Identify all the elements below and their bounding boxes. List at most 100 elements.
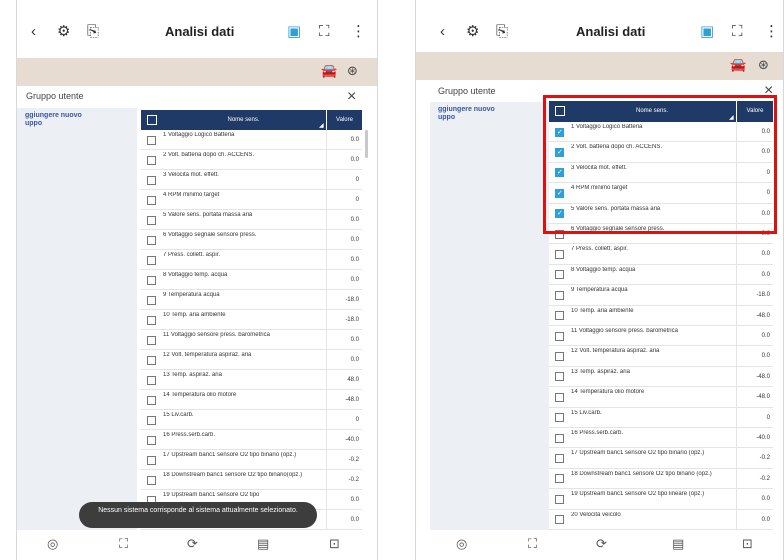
row-checkbox[interactable] <box>555 433 564 443</box>
row-checkbox[interactable] <box>147 435 156 445</box>
row-checkbox[interactable] <box>555 250 564 260</box>
device-icon[interactable]: ⎘ <box>87 22 99 42</box>
back-icon[interactable]: ‹ <box>440 22 445 42</box>
table-row[interactable]: 7 Press. collett. aspir. 0.0 <box>141 250 362 270</box>
home-icon[interactable]: ◎ <box>47 536 58 552</box>
expand-icon[interactable]: ⛶ <box>732 22 743 42</box>
table-row[interactable]: 19 Upstream banc1 sensore O2 tipo linear… <box>549 489 773 510</box>
row-checkbox[interactable] <box>147 255 156 265</box>
row-checkbox[interactable] <box>147 395 156 405</box>
row-checkbox[interactable] <box>147 415 156 425</box>
row-checkbox[interactable] <box>147 475 156 485</box>
save-icon[interactable]: ⊡ <box>742 536 753 552</box>
badge-icon[interactable]: ▣ <box>700 22 714 42</box>
refresh-icon[interactable]: ⟳ <box>596 536 607 552</box>
engine-icon[interactable]: ⚙ <box>57 22 70 42</box>
row-checkbox[interactable] <box>147 335 156 345</box>
sensor-value: -0.2 <box>736 448 773 468</box>
table-row[interactable]: 8 Voltaggio temp. acqua 0.0 <box>141 270 362 290</box>
table-row[interactable]: 11 Voltaggio sensore press. barometrica 0… <box>141 330 362 350</box>
refresh-icon[interactable]: ⟳ <box>187 536 198 552</box>
row-checkbox[interactable] <box>555 372 564 382</box>
device-icon[interactable]: ⎘ <box>496 22 508 42</box>
table-row[interactable]: 11 Voltaggio sensore press. barometrica 0… <box>549 326 773 347</box>
table-row[interactable]: 4 RPM minimo target 0 <box>141 190 362 210</box>
table-row[interactable]: 17 Upstream banc1 sensore O2 tipo binari… <box>549 448 773 469</box>
table-row[interactable]: 13 Temp. aspiraz. aria 48.0 <box>141 370 362 390</box>
table-row[interactable]: 12 Volt. temperatura aspiraz. aria 0.0 <box>141 350 362 370</box>
scrollbar[interactable] <box>365 130 368 158</box>
row-checkbox[interactable] <box>555 331 564 341</box>
home-icon[interactable]: ◎ <box>456 536 467 552</box>
row-checkbox[interactable] <box>147 315 156 325</box>
table-row[interactable]: 13 Temp. aspiraz. aria -48.0 <box>549 366 773 388</box>
table-row[interactable]: 6 Voltaggio segnale sensore press. 0.0 <box>141 230 362 250</box>
row-checkbox[interactable] <box>147 455 156 465</box>
close-icon[interactable]: × <box>347 89 356 105</box>
table-row[interactable]: 10 Temp. aria ambiente -18.0 <box>141 310 362 330</box>
row-checkbox[interactable] <box>147 155 156 165</box>
row-checkbox[interactable] <box>147 355 156 365</box>
sensor-name: 9 Temperatura acqua <box>163 292 220 298</box>
table-row[interactable]: 16 Press.serb.carb. -40.0 <box>141 430 362 450</box>
table-row[interactable]: 9 Temperatura acqua -18.0 <box>141 290 362 310</box>
row-checkbox[interactable] <box>147 235 156 245</box>
row-checkbox[interactable] <box>147 275 156 285</box>
table-row[interactable]: 14 Temperatura olio motore -48.0 <box>549 387 773 408</box>
row-checkbox[interactable] <box>147 375 156 385</box>
row-checkbox[interactable] <box>147 295 156 305</box>
row-checkbox[interactable] <box>147 195 156 205</box>
expand-icon[interactable]: ⛶ <box>528 536 537 552</box>
table-row[interactable]: 14 Temperatura olio motore -48.0 <box>141 390 362 410</box>
row-checkbox[interactable] <box>555 454 564 464</box>
save-icon[interactable]: ⊡ <box>329 536 340 552</box>
doc-icon[interactable]: ▤ <box>672 536 684 552</box>
dial-icon[interactable]: ⊛ <box>347 63 358 79</box>
table-row[interactable]: 12 Volt. temperatura aspiraz. aria 0.0 <box>549 346 773 367</box>
row-checkbox[interactable] <box>555 311 564 321</box>
row-checkbox[interactable] <box>555 474 564 484</box>
row-checkbox[interactable] <box>555 290 564 300</box>
table-row[interactable]: 18 Downstream banc1 sensore O2 tipo bina… <box>549 468 773 490</box>
add-group-link[interactable]: ggiungere nuovo uppo <box>438 106 548 122</box>
row-checkbox[interactable] <box>147 175 156 185</box>
table-row[interactable]: 17 Upstream banc1 sensore O2 tipo binari… <box>141 450 362 470</box>
car-icon[interactable]: 🚘 <box>730 57 746 73</box>
table-row[interactable]: 5 Valore sens. portata massa aria 0.0 <box>141 210 362 230</box>
badge-icon[interactable]: ▣ <box>287 22 301 42</box>
doc-icon[interactable]: ▤ <box>257 536 269 552</box>
table-row[interactable]: 10 Temp. aria ambiente -48.0 <box>549 305 773 326</box>
row-checkbox[interactable] <box>555 352 564 362</box>
table-row[interactable]: 8 Voltaggio temp. acqua 0.0 <box>549 264 773 286</box>
menu-icon[interactable]: ⋮ <box>764 22 779 42</box>
sensor-name: 7 Press. collett. aspir. <box>571 246 629 253</box>
row-checkbox[interactable] <box>555 515 564 525</box>
table-row[interactable]: 15 Liv.carb. 0 <box>549 407 773 428</box>
back-icon[interactable]: ‹ <box>31 22 36 42</box>
car-icon[interactable]: 🚘 <box>321 63 337 79</box>
row-checkbox[interactable] <box>555 494 564 504</box>
table-row[interactable]: 1 Voltaggio Logico Batteria 0.0 <box>141 130 362 150</box>
engine-icon[interactable]: ⚙ <box>466 22 479 42</box>
table-row[interactable]: 3 Velocità mot. effett. 0 <box>141 170 362 190</box>
row-checkbox[interactable] <box>555 270 564 280</box>
menu-icon[interactable]: ⋮ <box>351 22 366 42</box>
expand-icon[interactable]: ⛶ <box>119 536 128 552</box>
row-checkbox[interactable] <box>147 215 156 225</box>
add-group-link[interactable]: ggiungere nuovo uppo <box>25 112 135 128</box>
row-checkbox[interactable] <box>555 413 564 423</box>
table-row[interactable]: 18 Downstream banc1 sensore O2 tipo bina… <box>141 470 362 490</box>
dial-icon[interactable]: ⊛ <box>758 57 769 73</box>
table-row[interactable]: 16 Press.serb.carb. -40.0 <box>549 428 773 449</box>
expand-icon[interactable]: ⛶ <box>319 22 330 42</box>
row-checkbox[interactable] <box>147 135 156 145</box>
select-all-checkbox[interactable] <box>147 115 157 125</box>
table-row[interactable]: 15 Liv.carb. 0 <box>141 410 362 430</box>
sensor-name: 13 Temp. aspiraz. aria <box>163 372 222 378</box>
table-row[interactable]: 9 Temperatura acqua -18.0 <box>549 285 773 306</box>
table-row[interactable]: 7 Press. collett. aspir. 0.0 <box>549 244 773 265</box>
table-row[interactable]: 2 Volt. batteria dopo ch. ACCENS. 0.0 <box>141 150 362 170</box>
sensor-value: 0.0 <box>326 270 362 289</box>
row-checkbox[interactable] <box>555 392 564 402</box>
table-row[interactable]: 20 Velocità veicolo 0.0 <box>549 509 773 530</box>
